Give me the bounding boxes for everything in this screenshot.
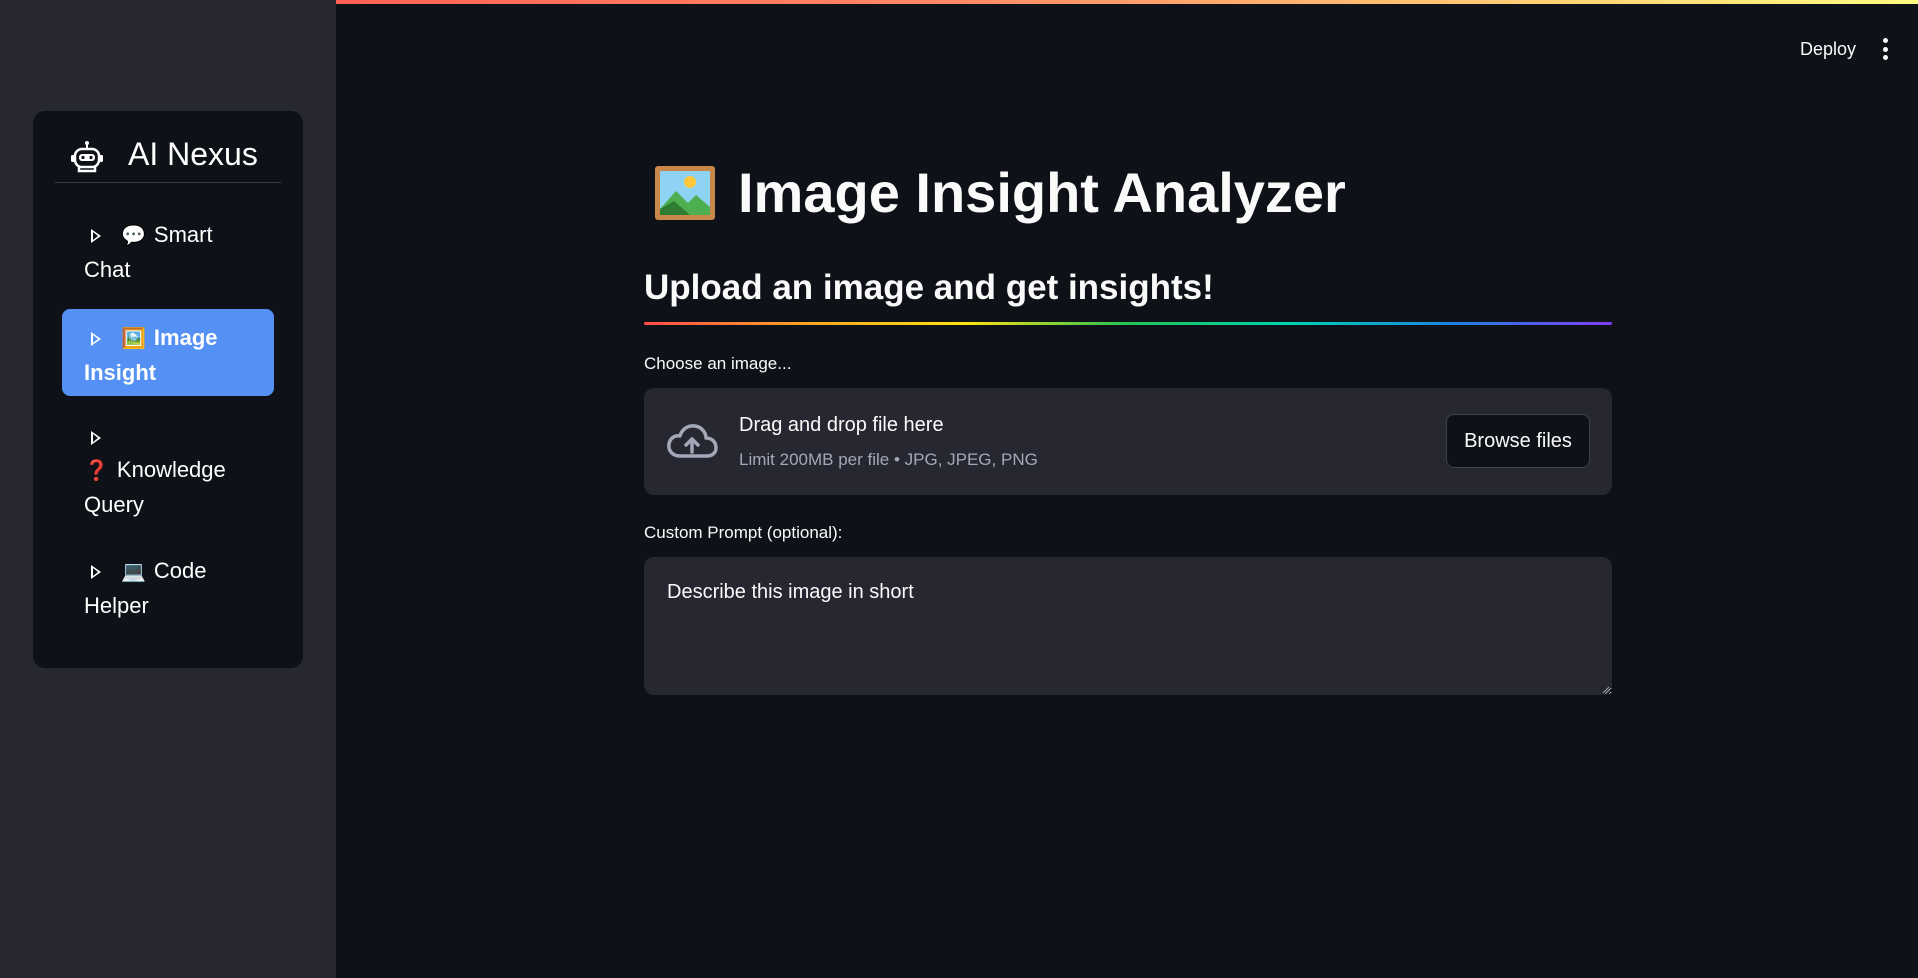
cloud-upload-icon bbox=[667, 424, 718, 458]
page-title-text: Image Insight Analyzer bbox=[738, 161, 1346, 224]
browse-files-button[interactable]: Browse files bbox=[1446, 414, 1590, 468]
laptop-icon: 💻 bbox=[121, 561, 146, 583]
sidebar-item-knowledge-query[interactable]: ❓ Knowledge Query bbox=[62, 408, 226, 531]
framed-picture-icon bbox=[655, 165, 715, 220]
sidebar-item-smart-chat[interactable]: 💬 Smart Chat bbox=[62, 206, 274, 296]
file-dropzone[interactable]: Drag and drop file here Limit 200MB per … bbox=[644, 388, 1612, 495]
uploader-label: Choose an image... bbox=[644, 354, 792, 373]
speech-bubble-icon: 💬 bbox=[121, 225, 146, 247]
resize-handle-icon[interactable] bbox=[1602, 686, 1610, 694]
deploy-button[interactable]: Deploy bbox=[1800, 39, 1856, 60]
prompt-label: Custom Prompt (optional): bbox=[644, 523, 843, 542]
caret-right-icon bbox=[91, 332, 101, 347]
caret-right-icon bbox=[91, 431, 101, 446]
drop-instructions: Drag and drop file here bbox=[739, 414, 944, 436]
page-subtitle: Upload an image and get insights! bbox=[644, 268, 1214, 307]
sidebar-item-label: Image Insight bbox=[84, 325, 218, 385]
rainbow-divider bbox=[644, 322, 1612, 325]
brand: AI Nexus bbox=[55, 131, 281, 183]
sidebar-item-code-helper[interactable]: 💻 Code Helper bbox=[62, 542, 274, 632]
sidebar: AI Nexus 💬 Smart Chat 🖼️ Image Insight ❓ Kn… bbox=[0, 0, 336, 978]
caret-right-icon bbox=[91, 565, 101, 580]
nav-card: AI Nexus 💬 Smart Chat 🖼️ Image Insight ❓ Kn… bbox=[33, 111, 303, 668]
custom-prompt-input[interactable]: Describe this image in short bbox=[644, 557, 1612, 695]
header-actions: Deploy bbox=[1800, 38, 1888, 60]
sidebar-item-image-insight[interactable]: 🖼️ Image Insight bbox=[62, 309, 274, 396]
page-title: Image Insight Analyzer bbox=[654, 160, 1346, 225]
kebab-menu-icon[interactable] bbox=[1882, 38, 1888, 60]
caret-right-icon bbox=[91, 229, 101, 244]
sidebar-item-label: Smart Chat bbox=[84, 222, 213, 282]
upload-limit-text: Limit 200MB per file • JPG, JPEG, PNG bbox=[739, 450, 1038, 469]
framed-picture-icon: 🖼️ bbox=[121, 328, 146, 350]
robot-icon bbox=[71, 141, 103, 173]
brand-title: AI Nexus bbox=[128, 136, 258, 172]
question-mark-icon: ❓ bbox=[84, 460, 109, 482]
